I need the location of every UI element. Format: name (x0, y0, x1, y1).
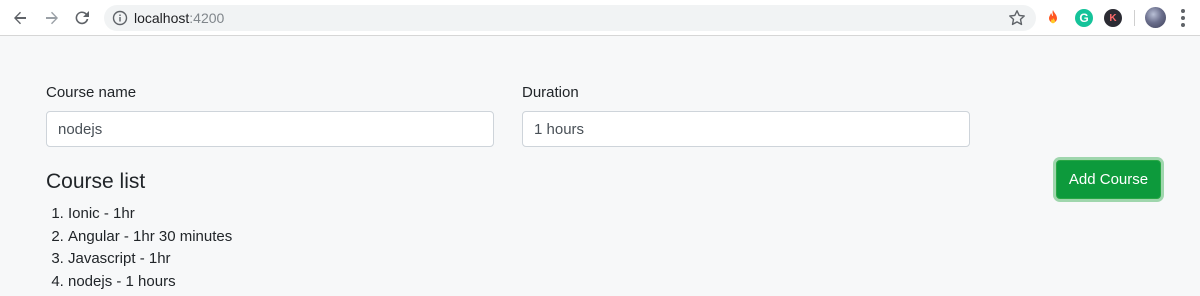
list-item: Javascript - 1hr (68, 248, 232, 271)
list-item: nodejs - 1 hours (68, 271, 232, 294)
browser-toolbar: localhost:4200 G K (0, 0, 1200, 36)
duration-input[interactable] (522, 111, 970, 147)
back-arrow-icon[interactable] (10, 8, 30, 28)
k-extension-icon[interactable]: K (1104, 9, 1122, 27)
fire-extension-icon[interactable] (1044, 9, 1062, 27)
course-list: Ionic - 1hr Angular - 1hr 30 minutes Jav… (68, 203, 232, 293)
profile-avatar[interactable] (1145, 7, 1166, 28)
browser-menu-icon[interactable] (1180, 9, 1186, 27)
info-icon[interactable] (112, 10, 128, 26)
course-name-label: Course name (46, 84, 137, 101)
list-item: Ionic - 1hr (68, 203, 232, 226)
add-course-button[interactable]: Add Course (1056, 160, 1161, 199)
address-bar[interactable]: localhost:4200 (104, 5, 1036, 31)
course-name-input[interactable] (46, 111, 494, 147)
course-list-heading: Course list (46, 170, 146, 193)
list-item: Angular - 1hr 30 minutes (68, 226, 232, 249)
toolbar-divider (1134, 10, 1135, 26)
bookmark-star-icon[interactable] (1008, 9, 1026, 27)
grammarly-extension-icon[interactable]: G (1075, 9, 1093, 27)
forward-arrow-icon[interactable] (42, 8, 62, 28)
url-host: localhost (134, 10, 190, 26)
url-port: :4200 (189, 10, 225, 26)
duration-label: Duration (522, 84, 579, 101)
reload-icon[interactable] (72, 8, 92, 28)
url-text: localhost:4200 (134, 10, 224, 26)
